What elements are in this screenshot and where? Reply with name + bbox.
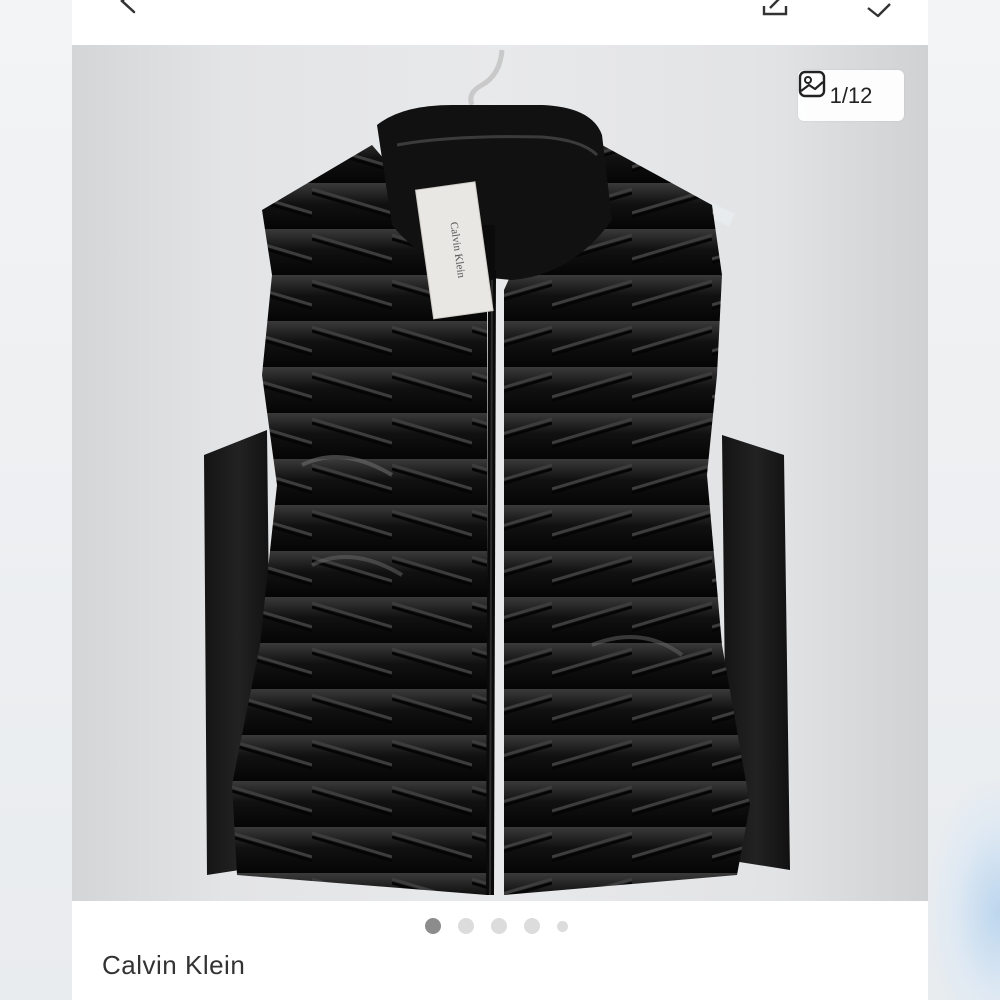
listing-screen: Calvin Klein 1/12 Calvin Klein [72, 0, 928, 1000]
price-tag-icon[interactable] [862, 0, 896, 18]
image-gallery-icon [798, 70, 826, 98]
carousel-dot-2[interactable] [458, 918, 474, 934]
back-arrow-icon[interactable] [112, 0, 146, 18]
background-glow [928, 780, 1000, 1000]
photo-counter-text: 1/12 [829, 82, 873, 108]
product-photo[interactable]: Calvin Klein 1/12 [72, 45, 928, 901]
vest-image: Calvin Klein [204, 49, 790, 896]
carousel-dots [72, 917, 928, 935]
carousel-dot-5[interactable] [557, 920, 568, 932]
carousel-dot-4[interactable] [524, 918, 540, 934]
carousel-dot-3[interactable] [491, 918, 507, 934]
carousel-dot-1[interactable] [425, 918, 441, 934]
brand-name[interactable]: Calvin Klein [102, 950, 245, 981]
top-bar [72, 0, 928, 45]
share-icon[interactable] [758, 0, 792, 18]
photo-counter[interactable]: 1/12 [798, 70, 904, 121]
